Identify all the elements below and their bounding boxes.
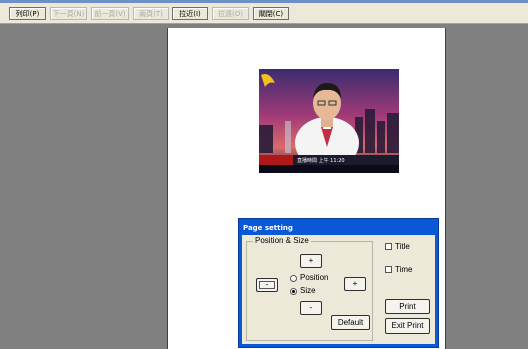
shrink-left-button[interactable]: -: [256, 278, 278, 292]
zoom-out-button[interactable]: 拉遠(O): [212, 7, 249, 20]
tv-screenshot-graphic: 直播時間 上午 11:20: [259, 69, 399, 173]
time-checkbox[interactable]: [385, 266, 392, 273]
prev-page-button[interactable]: 前一頁(V): [91, 7, 129, 20]
tv-screenshot-image: 直播時間 上午 11:20: [259, 69, 399, 173]
size-radio-label: Size: [300, 286, 316, 295]
close-button[interactable]: 關閉(C): [253, 7, 289, 20]
two-page-button[interactable]: 兩頁(T): [133, 7, 169, 20]
exit-print-button[interactable]: Exit Print: [385, 318, 430, 334]
move-down-button[interactable]: -: [300, 301, 322, 315]
move-up-button[interactable]: +: [300, 254, 322, 268]
toolbar-accent-line: [0, 0, 528, 3]
grow-right-button[interactable]: +: [344, 277, 366, 291]
photo-caption: 直播時間 上午 11:20: [297, 157, 345, 164]
zoom-in-button[interactable]: 拉近(I): [172, 7, 208, 20]
title-checkbox-label: Title: [395, 242, 410, 251]
title-checkbox[interactable]: [385, 243, 392, 250]
print-toolbar-button[interactable]: 列印(P): [9, 7, 46, 20]
preview-toolbar: 列印(P) 下一頁(N) 前一頁(V) 兩頁(T) 拉近(I) 拉遠(O) 關閉…: [0, 0, 528, 24]
next-page-button[interactable]: 下一頁(N): [50, 7, 87, 20]
position-size-group-label: Position & Size: [253, 236, 311, 246]
dialog-title: Page setting: [243, 224, 293, 232]
time-checkbox-label: Time: [395, 265, 413, 274]
position-radio[interactable]: [290, 275, 297, 282]
default-button[interactable]: Default: [331, 315, 370, 330]
position-radio-label: Position: [300, 273, 329, 282]
size-radio[interactable]: [290, 288, 297, 295]
print-button[interactable]: Print: [385, 299, 430, 314]
